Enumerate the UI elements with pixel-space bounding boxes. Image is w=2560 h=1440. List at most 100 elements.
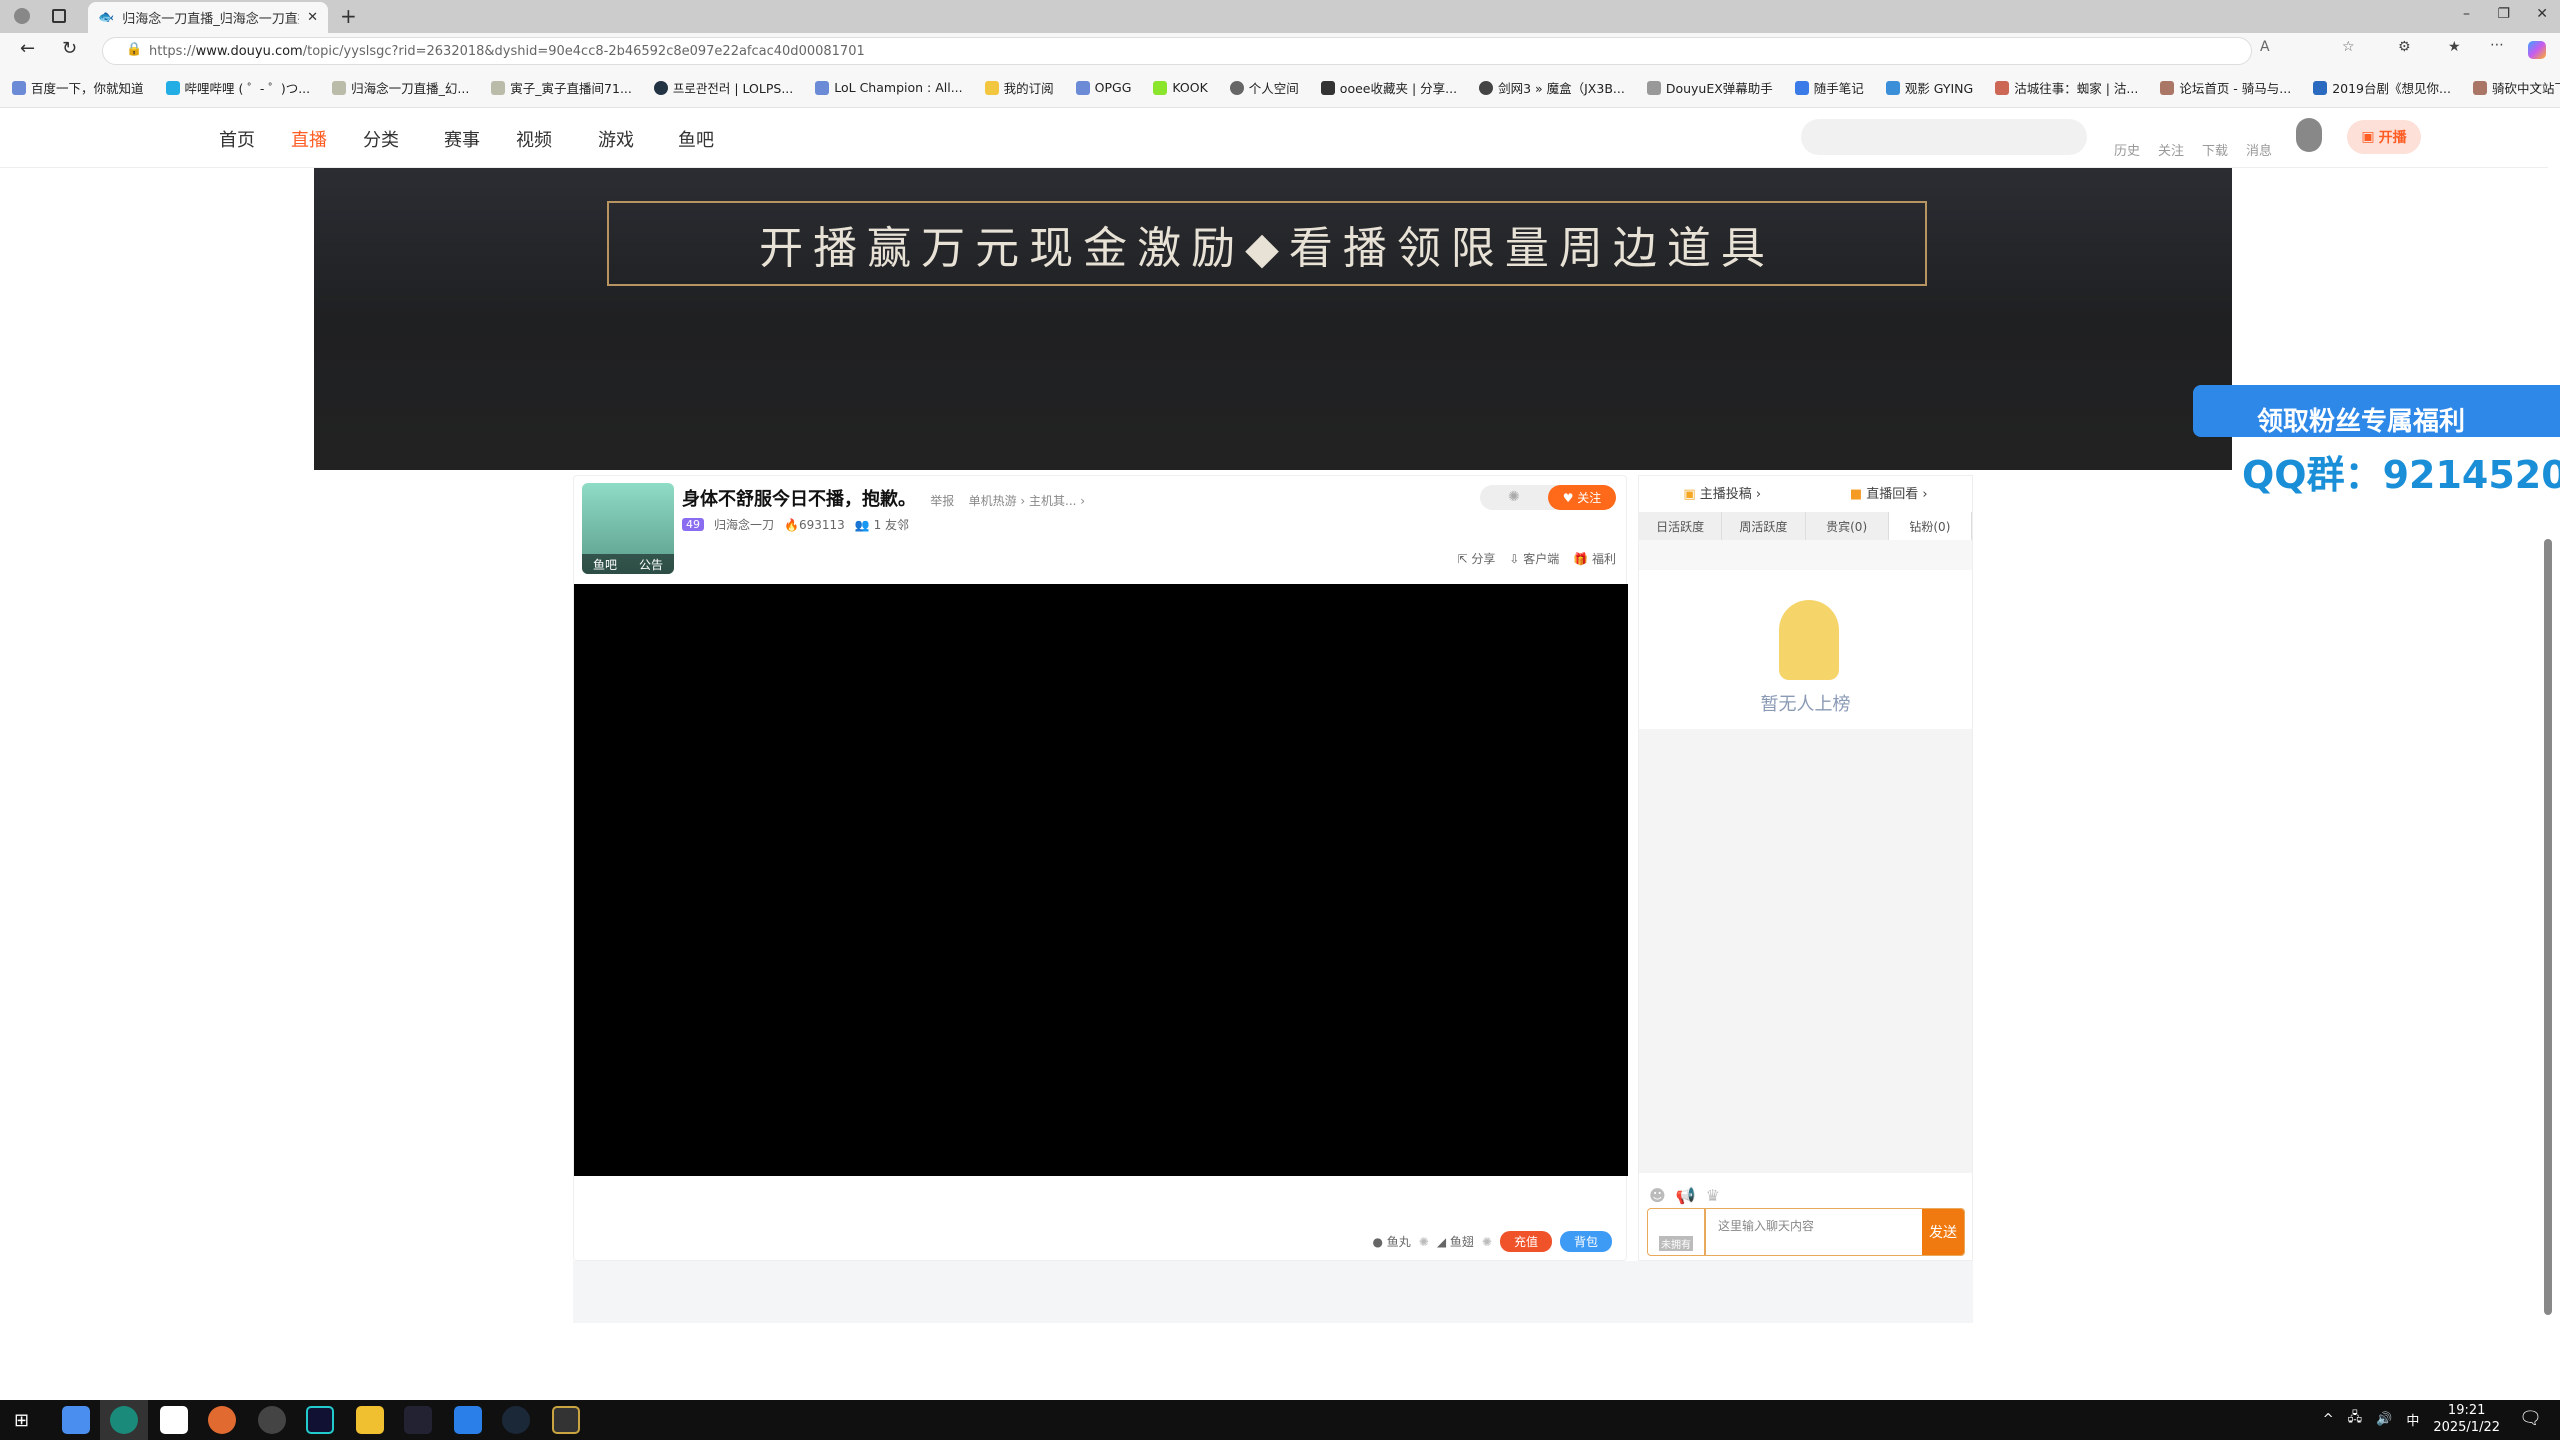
streamer-avatar[interactable]: 鱼吧 公告	[582, 483, 674, 574]
crown-icon[interactable]: ♛	[1706, 1186, 1720, 1205]
bookmark[interactable]: DouyuEX弹幕助手	[1646, 78, 1773, 97]
bookmark[interactable]: KOOK	[1153, 80, 1208, 95]
close-window-icon[interactable]: ✕	[2536, 6, 2548, 22]
bookmark[interactable]: 哔哩哔哩 ( ゜- ゜)つ...	[165, 78, 310, 97]
chat-input[interactable]: 这里输入聊天内容	[1718, 1217, 1814, 1234]
follow-button[interactable]: ♥ 关注	[1548, 485, 1616, 510]
back-icon[interactable]: ←	[20, 38, 35, 59]
friends[interactable]: 👥 1 友邻	[855, 516, 909, 533]
steam-icon[interactable]	[502, 1406, 530, 1434]
fan-benefit-popup[interactable]: 领取粉丝专属福利	[2193, 385, 2560, 437]
nav-games[interactable]: 游戏	[598, 126, 634, 152]
search-input[interactable]	[1801, 119, 2087, 155]
nav-live[interactable]: 直播	[291, 126, 327, 152]
tab-uploads[interactable]: ▣ 主播投稿 ›	[1683, 483, 1761, 502]
tab-daily[interactable]: 日活跃度	[1639, 512, 1723, 540]
fish-ball[interactable]: ● 鱼丸	[1372, 1233, 1410, 1250]
refresh-icon[interactable]: ↻	[62, 38, 77, 59]
app-icon[interactable]	[356, 1406, 384, 1434]
tab-vip[interactable]: 贵宾(0)	[1805, 512, 1889, 540]
bookmark[interactable]: OPGG	[1075, 80, 1131, 95]
nav-category[interactable]: 分类	[363, 126, 399, 152]
volume-icon[interactable]: 🔊	[2376, 1412, 2392, 1427]
notification-icon[interactable]: 🗨	[2519, 1408, 2542, 1429]
user-avatar[interactable]	[2296, 118, 2322, 152]
clock[interactable]: 19:21 2025/1/22	[2433, 1402, 2500, 1436]
welfare-button[interactable]: 🎁 福利	[1573, 550, 1616, 567]
recharge-button[interactable]: 充值	[1499, 1231, 1552, 1252]
browser-tab-active[interactable]: 🐟 归海念一刀直播_归海念一刀直播_ ✕	[88, 2, 328, 33]
fish-wing[interactable]: ◢ 鱼翅	[1437, 1233, 1474, 1250]
qq-icon[interactable]	[160, 1406, 188, 1434]
nav-follow[interactable]: 关注	[2158, 140, 2184, 159]
promo-banner[interactable]: 开播赢万元现金激励◆看播领限量周边道具	[314, 168, 2232, 470]
app-icon[interactable]	[62, 1406, 90, 1434]
nav-video[interactable]: 视频	[516, 126, 552, 152]
bookmark[interactable]: 观影 GYING	[1885, 78, 1973, 97]
copilot-icon[interactable]	[2528, 41, 2546, 59]
emoji-icon[interactable]: ☻	[1649, 1186, 1666, 1205]
tab-actions-icon[interactable]	[52, 9, 66, 23]
bookmark[interactable]: 沽城往事：蜘家 | 沽...	[1995, 78, 2138, 97]
app-icon[interactable]	[404, 1406, 432, 1434]
bookmark[interactable]: 剑网3 » 魔盒（JX3B...	[1479, 78, 1625, 97]
report-link[interactable]: 举报	[930, 494, 954, 508]
bookmark[interactable]: 个人空间	[1229, 78, 1299, 97]
nav-download[interactable]: 下载	[2202, 140, 2228, 159]
bookmark[interactable]: 我的订阅	[984, 78, 1054, 97]
notice-link[interactable]: 公告	[639, 556, 663, 573]
lol-icon[interactable]	[552, 1406, 580, 1434]
bookmark[interactable]: ooee收藏夹 | 分享...	[1320, 78, 1457, 97]
page-scrollbar[interactable]	[2544, 539, 2552, 1315]
video-player[interactable]	[574, 584, 1628, 1176]
favorites-icon[interactable]: ★	[2448, 39, 2461, 55]
profile-icon[interactable]	[14, 8, 30, 24]
tray-expand-icon[interactable]: ^	[2323, 1412, 2334, 1427]
bookmark[interactable]: 骑砍中文站下载中...	[2472, 78, 2560, 97]
nav-home[interactable]: 首页	[219, 126, 255, 152]
start-icon[interactable]: ⊞	[14, 1410, 29, 1431]
nav-fishbar[interactable]: 鱼吧	[678, 126, 714, 152]
share-button[interactable]: ⇱ 分享	[1457, 550, 1495, 567]
edge-icon[interactable]	[110, 1406, 138, 1434]
bookmark[interactable]: 2019台剧《想见你...	[2313, 78, 2451, 97]
bookmark[interactable]: 论坛首页 - 骑马与...	[2160, 78, 2291, 97]
megaphone-icon[interactable]: 📢	[1676, 1186, 1696, 1205]
minimize-icon[interactable]: –	[2463, 6, 2470, 22]
read-aloud-icon[interactable]: A	[2260, 39, 2270, 55]
bookmark[interactable]: 随手笔记	[1794, 78, 1864, 97]
nav-messages[interactable]: 消息	[2246, 140, 2272, 159]
extensions-icon[interactable]: ⚙	[2398, 39, 2411, 55]
app-icon[interactable]	[306, 1406, 334, 1434]
tab-replay[interactable]: ■ 直播回看 ›	[1850, 483, 1928, 502]
streamer-name[interactable]: 归海念一刀	[714, 516, 774, 533]
fishbar-link[interactable]: 鱼吧	[593, 556, 617, 573]
bookmark[interactable]: 프로관전러 | LOLPS...	[653, 78, 793, 97]
app-icon[interactable]	[208, 1406, 236, 1434]
tab-weekly[interactable]: 周活跃度	[1722, 512, 1806, 540]
bookmark[interactable]: 归海念一刀直播_幻...	[332, 78, 469, 97]
client-button[interactable]: ⇩ 客户端	[1509, 550, 1559, 567]
nav-history[interactable]: 历史	[2114, 140, 2140, 159]
url-input[interactable]: https://www.douyu.com/topic/yyslsgc?rid=…	[102, 37, 2252, 65]
backpack-button[interactable]: 背包	[1559, 1231, 1612, 1252]
bookmark[interactable]: 百度一下，你就知道	[12, 78, 144, 97]
send-button[interactable]: 发送	[1922, 1209, 1964, 1255]
network-icon[interactable]: 🖧	[2348, 1408, 2363, 1430]
bookmarks-more-icon[interactable]: ›	[2535, 78, 2540, 93]
bookmark[interactable]: LoL Champion : All...	[815, 80, 963, 95]
bookmark[interactable]: 寅子_寅子直播间71...	[491, 78, 632, 97]
obs-icon[interactable]	[258, 1406, 286, 1434]
fan-badge[interactable]: 未拥有	[1648, 1209, 1706, 1255]
restore-icon[interactable]: ❐	[2497, 6, 2510, 22]
kook-icon[interactable]	[454, 1406, 482, 1434]
nav-events[interactable]: 赛事	[444, 126, 480, 152]
start-live-button[interactable]: ▣ 开播	[2347, 120, 2421, 154]
lock-icon[interactable]: 🔒	[126, 42, 142, 57]
category-breadcrumb[interactable]: 单机热游 › 主机其... ›	[969, 494, 1086, 508]
tab-diamond-fans[interactable]: 钻粉(0)	[1888, 512, 1972, 540]
favorite-star-icon[interactable]: ☆	[2342, 39, 2355, 55]
new-tab-icon[interactable]: +	[340, 4, 357, 28]
close-tab-icon[interactable]: ✕	[307, 10, 318, 25]
ime-indicator[interactable]: 中	[2406, 1410, 2419, 1429]
